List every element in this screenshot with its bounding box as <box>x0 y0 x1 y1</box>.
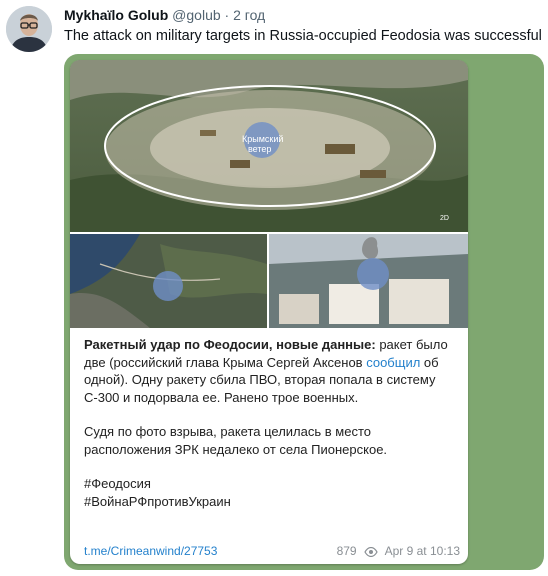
post-date: Apr 9 at 10:13 <box>384 544 460 558</box>
eye-icon <box>364 547 378 557</box>
tweet-header: Mykhaїlo Golub @golub · 2 год <box>64 6 265 24</box>
view-count: 879 <box>336 544 357 558</box>
separator: · <box>224 7 230 23</box>
author-handle[interactable]: @golub <box>172 7 220 23</box>
map-badge: 2D <box>440 215 449 222</box>
satellite-photo-area <box>70 234 267 328</box>
hashtag-feodosia: #Феодосия <box>84 476 151 491</box>
telegram-post-card: Крымский ветер 2D Ракетный удар по Феодо… <box>70 60 468 564</box>
post-url: t.me/Crimeanwind/27753 <box>84 544 218 558</box>
post-headline: Ракетный удар по Феодосии, новые данные: <box>84 337 376 352</box>
tweet-text: The attack on military targets in Russia… <box>64 28 542 44</box>
tweet-media-image[interactable]: Крымский ветер 2D Ракетный удар по Феодо… <box>64 54 544 570</box>
post-link-reported[interactable]: сообщил <box>366 355 420 370</box>
watermark-line2: ветер <box>248 144 271 154</box>
satellite-photo-main: Крымский ветер 2D <box>70 60 468 232</box>
telegram-post-footer: t.me/Crimeanwind/27753 879 Apr 9 at 10:1… <box>84 544 460 560</box>
avatar[interactable] <box>6 6 52 52</box>
author-name[interactable]: Mykhaїlo Golub <box>64 7 168 23</box>
hashtag-war: #ВойнаРФпротивУкраин <box>84 493 231 509</box>
post-para2: Судя по фото взрыва, ракета целилась в м… <box>84 424 388 457</box>
explosion-photo <box>269 234 468 328</box>
tweet[interactable]: Mykhaїlo Golub @golub · 2 год The attack… <box>0 0 548 576</box>
watermark-line1: Крымский <box>242 134 283 144</box>
tweet-time[interactable]: 2 год <box>233 7 265 23</box>
telegram-post-text: Ракетный удар по Феодосии, новые данные:… <box>84 336 460 510</box>
